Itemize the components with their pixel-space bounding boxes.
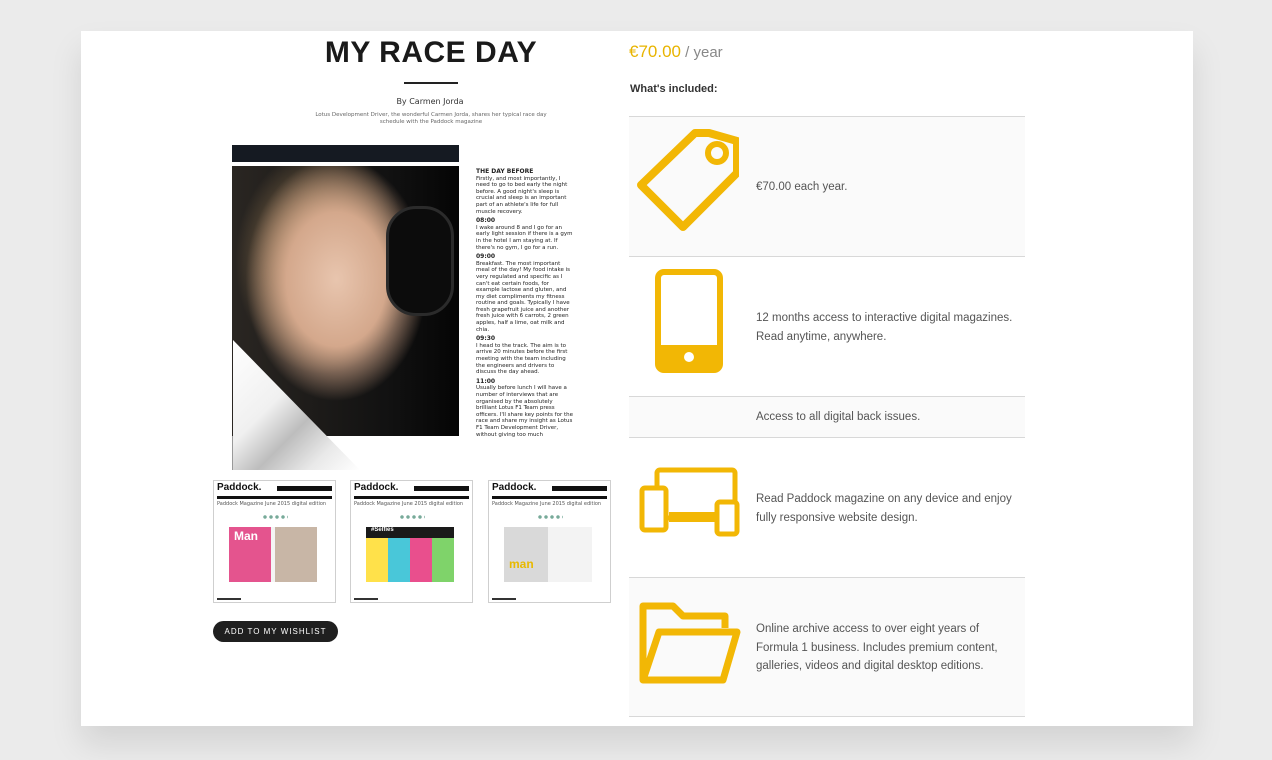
thumbnail-caption: Paddock Magazine June 2015 digital editi… [492,501,602,507]
thumbnail-spread: #Selfies [366,527,454,582]
thumbnail-spread: man [504,527,592,582]
article-text: I wake around 8 and I go for an early li… [476,224,573,251]
thumbnail-1[interactable]: Paddock. Paddock Magazine June 2015 digi… [213,480,336,603]
thumbnail-3[interactable]: Paddock. Paddock Magazine June 2015 digi… [488,480,611,603]
share-dots [262,515,288,519]
feature-text: Online archive access to over eight year… [756,623,998,672]
thumbnail-brand: Paddock. [354,482,399,493]
article-text: I head to the track. The aim is to arriv… [476,342,568,376]
folder-icon [639,602,741,684]
thumbnail-footer [217,598,241,600]
article-heading: 08:00 [476,217,496,225]
thumbnail-bar [217,496,332,499]
thumbnail-footer [354,598,378,600]
add-to-wishlist-button[interactable]: ADD TO MY WISHLIST [213,621,338,642]
share-dots [537,515,563,519]
tablet-icon [655,269,723,373]
article-text: Breakfast. The most important meal of th… [476,260,570,333]
article-column: THE DAY BEFORE Firstly, and most importa… [476,166,574,438]
share-dots [399,515,425,519]
thumbnail-footer [492,598,516,600]
headphone-graphic [386,206,454,316]
thumbnail-nav [277,486,332,491]
article-heading: 09:30 [476,335,496,343]
article-text: Firstly, and most importantly, I need to… [476,175,568,215]
feature-row: Online archive access to over eight year… [629,577,1025,717]
thumbnail-bar [354,496,469,499]
magazine-title: MY RACE DAY [324,36,538,69]
features-bottom-rule [629,716,1025,717]
feature-row: Read Paddock magazine on any device and … [629,437,1025,578]
whats-included-heading: What's included: [630,83,718,95]
multi-device-icon [639,467,740,537]
photo-header-band [232,145,459,162]
thumbnail-spread: Man [229,527,317,582]
thumbnail-nav [414,486,469,491]
feature-row: Access to all digital back issues. [629,396,1025,438]
title-divider [404,82,458,84]
thumbnail-caption: Paddock Magazine June 2015 digital editi… [354,501,464,507]
magazine-byline: By Carmen Jorda [396,97,464,106]
page-edge [232,436,233,470]
thumbnail-nav [552,486,607,491]
spread-label: #Selfies [371,527,394,533]
article-heading: 09:00 [476,253,496,261]
price-amount: €70.00 [629,42,681,61]
feature-text: 12 months access to interactive digital … [756,312,1013,343]
spread-label: Man [234,529,258,543]
feature-row: 12 months access to interactive digital … [629,256,1025,397]
article-heading: THE DAY BEFORE [476,168,534,175]
thumbnail-brand: Paddock. [492,482,537,493]
article-text: Usually before lunch I will have a numbe… [476,385,573,438]
magazine-intro: Lotus Development Driver, the wonderful … [315,112,547,125]
feature-text: €70.00 each year. [756,181,848,193]
price-period: / year [681,44,723,61]
price-tag-icon [637,129,739,231]
thumbnail-caption: Paddock Magazine June 2015 digital editi… [217,501,327,507]
thumbnail-2[interactable]: Paddock. Paddock Magazine June 2015 digi… [350,480,473,603]
article-heading: 11:00 [476,377,496,385]
thumbnail-brand: Paddock. [217,482,262,493]
spread-label: man [509,557,534,571]
feature-row: €70.00 each year. [629,116,1025,257]
thumbnail-bar [492,496,607,499]
feature-text: Access to all digital back issues. [756,411,921,423]
price-display: €70.00 / year [629,42,723,62]
feature-text: Read Paddock magazine on any device and … [756,493,1012,524]
